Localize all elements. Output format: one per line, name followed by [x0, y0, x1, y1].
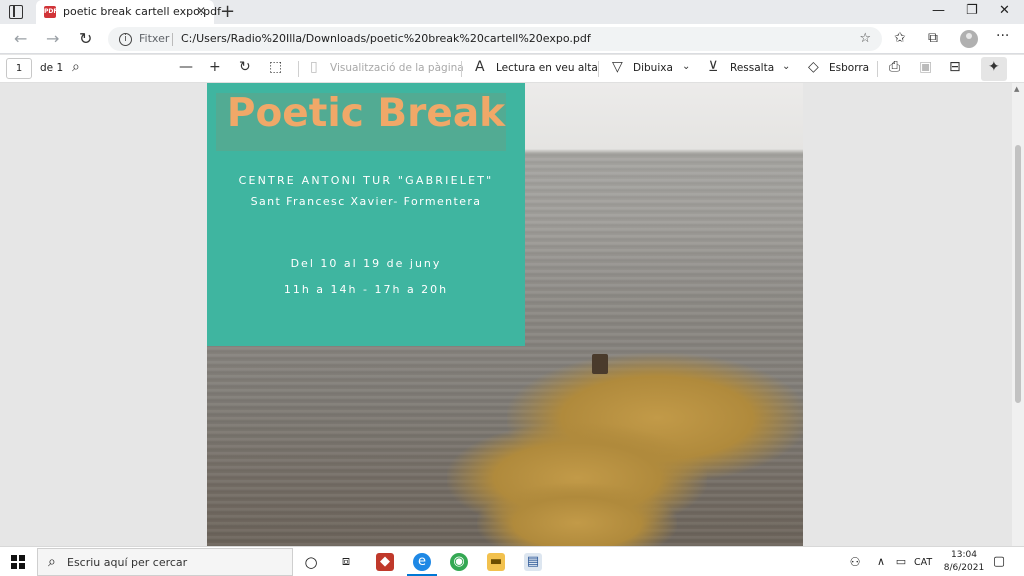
zoom-out-icon[interactable]: —: [179, 59, 193, 75]
vertical-scrollbar[interactable]: ▲: [1012, 83, 1024, 546]
input-language[interactable]: CAT: [914, 557, 932, 568]
poster-info-box: Poetic Break CENTRE ANTONI TUR "GABRIELE…: [207, 83, 525, 346]
clock-time[interactable]: 13:04: [945, 550, 983, 560]
file-explorer-icon[interactable]: ▬: [487, 553, 505, 571]
eraser-icon[interactable]: ◇: [808, 59, 819, 75]
address-bar: ← → ↻ i Fitxer C:/Users/Radio%20Illa/Dow…: [0, 24, 1024, 54]
task-view-icon[interactable]: ⧈: [337, 553, 355, 571]
toolbar-divider: [598, 61, 599, 77]
scrollbar-thumb[interactable]: [1015, 145, 1021, 403]
highlight-options-chevron-icon[interactable]: ⌄: [782, 61, 790, 72]
battery-icon[interactable]: ▭: [892, 553, 910, 571]
pdf-viewer[interactable]: Poetic Break CENTRE ANTONI TUR "GABRIELE…: [0, 83, 1012, 546]
add-favorite-icon[interactable]: ☆: [859, 31, 871, 46]
print-icon[interactable]: ⎙: [889, 59, 900, 75]
search-icon: ⌕: [48, 554, 56, 570]
notifications-icon[interactable]: ▢: [990, 553, 1008, 571]
people-icon[interactable]: ⚇: [846, 553, 864, 571]
poster-title: Poetic Break: [226, 91, 506, 136]
url-separator: [172, 33, 173, 46]
poster-hours: 11h a 14h - 17h a 20h: [283, 283, 449, 296]
poster-dates: Del 10 al 19 de juny: [290, 257, 442, 270]
draw-button[interactable]: Dibuixa: [633, 62, 673, 74]
draw-icon[interactable]: ▽: [612, 59, 623, 75]
clock-date[interactable]: 8/6/2021: [941, 563, 987, 573]
taskbar-search-placeholder: Escriu aquí per cercar: [67, 556, 188, 569]
poster-venue: CENTRE ANTONI TUR "GABRIELET": [238, 174, 494, 187]
pin-toolbar-button[interactable]: ✦: [981, 57, 1007, 81]
pin-icon: ✦: [988, 59, 1000, 75]
page-number-input[interactable]: 1: [6, 58, 32, 79]
more-options-icon[interactable]: ···: [996, 28, 1009, 44]
zoom-in-icon[interactable]: +: [209, 59, 221, 75]
forward-icon[interactable]: →: [46, 29, 59, 48]
url-scheme-label: Fitxer: [139, 32, 170, 45]
taskbar-search-box[interactable]: ⌕ Escriu aquí per cercar: [37, 548, 293, 576]
url-text[interactable]: C:/Users/Radio%20Illa/Downloads/poetic%2…: [181, 32, 591, 45]
read-aloud-icon[interactable]: A: [475, 59, 485, 75]
read-aloud-button[interactable]: Lectura en veu alta: [496, 62, 598, 74]
collections-icon[interactable]: ⧉: [928, 30, 938, 46]
toolbar-divider: [298, 61, 299, 77]
rotate-icon[interactable]: ↻: [239, 59, 251, 75]
close-tab-icon[interactable]: ✕: [196, 4, 206, 18]
chrome-browser-icon[interactable]: ◉: [450, 553, 468, 571]
minimize-icon[interactable]: —: [932, 3, 945, 18]
cortana-icon[interactable]: ○: [302, 553, 320, 571]
fit-page-icon[interactable]: ⬚: [269, 59, 282, 75]
new-tab-button[interactable]: +: [220, 1, 235, 22]
restore-icon[interactable]: ❐: [966, 3, 978, 18]
save-icon: ▣: [919, 59, 933, 75]
pdf-page: Poetic Break CENTRE ANTONI TUR "GABRIELE…: [207, 83, 803, 546]
draw-options-chevron-icon[interactable]: ⌄: [682, 61, 690, 72]
info-icon[interactable]: i: [119, 33, 132, 46]
pdf-toolbar: 1 de 1 ⌕ — + ↻ ⬚ ▯ Visualització de la p…: [0, 55, 1024, 83]
close-window-icon[interactable]: ✕: [999, 3, 1010, 18]
refresh-icon[interactable]: ↻: [79, 29, 92, 48]
edge-browser-icon[interactable]: e: [413, 553, 431, 571]
page-view-icon: ▯: [310, 59, 318, 75]
wooden-post: [592, 354, 608, 374]
windows-start-icon[interactable]: [11, 555, 25, 569]
toolbar-divider: [461, 61, 462, 77]
url-field[interactable]: i Fitxer C:/Users/Radio%20Illa/Downloads…: [108, 27, 882, 51]
back-icon[interactable]: ←: [14, 29, 27, 48]
save-as-icon[interactable]: ⊟: [949, 59, 961, 75]
pdf-file-icon: PDF: [44, 6, 57, 18]
app-cube-icon[interactable]: ◆: [376, 553, 394, 571]
page-view-button: Visualització de la pàgina: [330, 62, 464, 74]
taskbar: ⌕ Escriu aquí per cercar ○ ⧈ ◆ e ◉ ▬ ▤ ⚇…: [0, 546, 1024, 576]
highlight-button[interactable]: Ressalta: [730, 62, 774, 74]
seaweed-shape: [477, 483, 677, 546]
toolbar-divider: [877, 61, 878, 77]
erase-button[interactable]: Esborra: [829, 62, 869, 74]
find-icon[interactable]: ⌕: [72, 59, 80, 75]
favorites-icon[interactable]: ✩: [894, 30, 906, 46]
highlight-icon[interactable]: ⊻: [708, 59, 718, 75]
profile-avatar[interactable]: [960, 30, 978, 48]
title-bar: PDF poetic break cartell expo.pdf ✕ + — …: [0, 0, 1024, 24]
browser-tab[interactable]: PDF poetic break cartell expo.pdf ✕: [36, 0, 221, 24]
tab-actions-menu-icon[interactable]: [9, 5, 23, 19]
scroll-up-icon[interactable]: ▲: [1014, 85, 1019, 93]
notepad-app-icon[interactable]: ▤: [524, 553, 542, 571]
page-total-label: de 1: [40, 62, 64, 74]
poster-location: Sant Francesc Xavier- Formentera: [250, 195, 482, 208]
show-hidden-icons-chevron-icon[interactable]: ∧: [872, 553, 890, 571]
